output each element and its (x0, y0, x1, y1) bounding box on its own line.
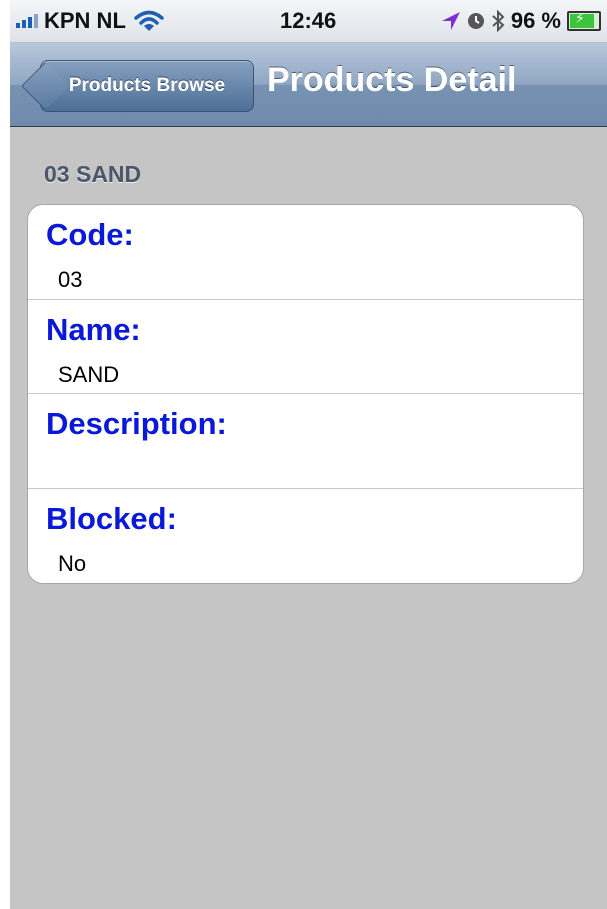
back-button[interactable]: Products Browse (20, 60, 254, 112)
location-arrow-icon (441, 12, 460, 30)
status-bar-right: 96 % ⚡ (435, 8, 601, 34)
status-bar: KPN NL 12:46 96 % ⚡ (10, 0, 607, 43)
signal-icon (16, 14, 40, 28)
wifi-icon (134, 10, 164, 31)
alarm-clock-icon (467, 13, 484, 29)
status-time: 12:46 (280, 8, 337, 33)
field-name: Name: SAND (28, 299, 583, 394)
phone-screen: KPN NL 12:46 96 % ⚡ Products Browse Prod… (10, 0, 607, 909)
battery-charging-icon: ⚡ (567, 10, 601, 31)
field-code: Code: 03 (28, 205, 583, 299)
field-label: Code: (46, 217, 134, 252)
field-value: SAND (58, 362, 120, 387)
back-chevron-shape (20, 61, 70, 111)
field-value: 03 (58, 267, 83, 292)
navigation-bar: Products Browse Products Detail (10, 43, 607, 127)
bluetooth-icon (492, 10, 505, 32)
field-blocked: Blocked: No (28, 488, 583, 583)
status-bar-left: KPN NL (16, 8, 164, 34)
back-button-label: Products Browse (68, 75, 226, 96)
page-title: Products Detail (267, 61, 517, 99)
detail-card: Code: 03 Name: SAND Description: Blocked… (27, 204, 584, 584)
field-label: Name: (46, 312, 141, 347)
field-label: Description: (46, 406, 227, 441)
field-label: Blocked: (46, 501, 177, 536)
section-header: 03 SAND (44, 161, 142, 187)
field-description: Description: (28, 393, 583, 488)
field-value: No (58, 551, 87, 576)
battery-percent: 96 % (510, 8, 561, 33)
carrier-name: KPN NL (44, 8, 126, 33)
